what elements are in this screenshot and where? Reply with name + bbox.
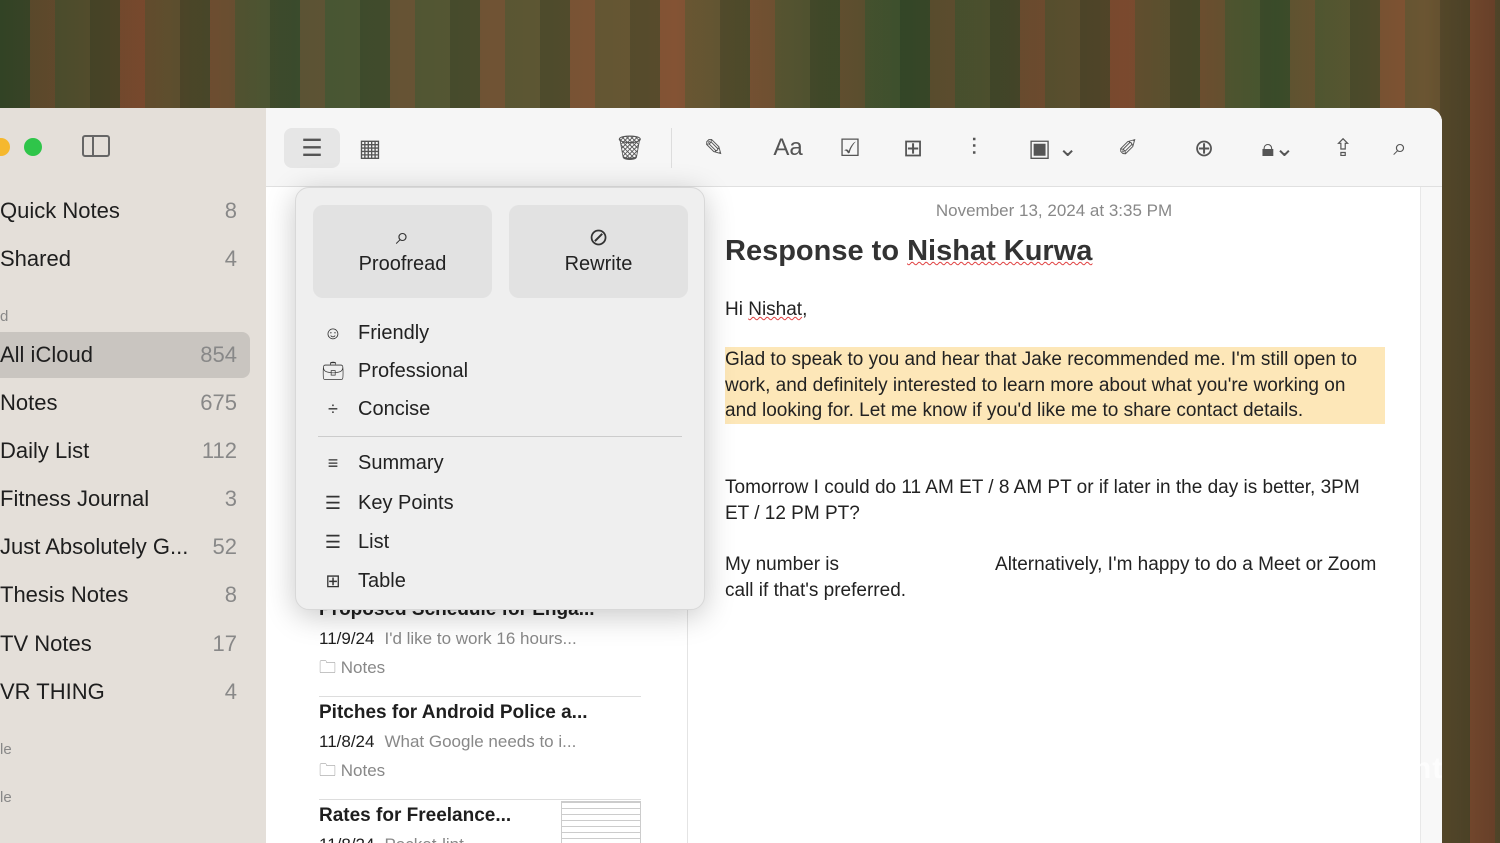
folder-icon: 🗀	[319, 761, 336, 780]
count: 4	[224, 679, 237, 704]
rewrite-icon: ⊘	[588, 224, 609, 251]
note-heading: Response to Nishat Kurwa	[725, 235, 1093, 267]
rewrite-button[interactable]: ⊘ Rewrite	[509, 205, 688, 298]
label: TV Notes	[0, 631, 92, 656]
note-date: 11/8/24	[319, 732, 375, 751]
menu-item-table[interactable]: ⊞ Table	[320, 570, 405, 593]
smiley-icon: ☺	[323, 323, 343, 343]
label: Thesis Notes	[0, 582, 129, 607]
sidebar-item-quick-notes[interactable]: Quick Notes 8	[0, 188, 250, 234]
compose-icon[interactable]: ✎	[692, 128, 736, 168]
summary-icon: ≡	[327, 453, 339, 473]
label: All iCloud	[0, 342, 93, 367]
section-header: le	[0, 789, 12, 806]
count: 112	[201, 438, 237, 463]
count: 3	[224, 486, 237, 511]
menu-item-key-points[interactable]: ☰ Key Points	[320, 492, 454, 515]
note-preview: Pocket-lint	[384, 835, 463, 843]
menu-item-list[interactable]: ☰ List	[320, 531, 389, 554]
table-icon: ⊞	[325, 571, 341, 591]
sidebar-toggle-icon[interactable]	[82, 135, 110, 157]
sidebar: Quick Notes 8 Shared 4 d All iCloud 854 Not…	[0, 108, 266, 843]
note-date: 11/8/24	[319, 835, 374, 843]
sidebar-item-just-absolutely[interactable]: Just Absolutely G... 52	[0, 524, 250, 570]
label: Quick Notes	[0, 198, 120, 223]
label: VR THING	[0, 679, 105, 704]
divider	[318, 436, 682, 437]
section-header: le	[0, 741, 12, 758]
menu-item-concise[interactable]: ÷ Concise	[320, 398, 430, 421]
note-preview: What Google needs to i...	[384, 732, 577, 751]
table-icon[interactable]: ⊞	[891, 128, 935, 168]
trash-icon[interactable]: 🗑	[608, 128, 652, 168]
menu-item-professional[interactable]: 💼︎ Professional	[320, 360, 469, 383]
scrollbar[interactable]	[1420, 187, 1442, 843]
paragraph: My number is Alternatively, I'm happy to …	[725, 554, 1377, 601]
bullets-icon: ☰	[324, 493, 342, 513]
magnifier-icon: ⌕	[395, 223, 410, 250]
sidebar-item-vr-thing[interactable]: VR THING 4	[0, 669, 250, 715]
sidebar-item-shared[interactable]: Shared 4	[0, 236, 250, 282]
note-folder: Notes	[340, 658, 386, 677]
list-item[interactable]: Proposed Schedule for Enga... 11/9/24I'd…	[319, 599, 641, 697]
search-icon[interactable]: ⌕	[1378, 128, 1422, 168]
sidebar-item-notes[interactable]: Notes 675	[0, 380, 250, 426]
note-preview: I'd like to work 16 hours...	[384, 629, 577, 648]
note-title: Pitches for Android Police a...	[319, 702, 588, 723]
count: 17	[212, 631, 237, 656]
checklist-icon[interactable]: ☑	[828, 128, 872, 168]
media-icon[interactable]: ▣ ⌄	[1018, 128, 1088, 168]
count: 675	[200, 390, 237, 415]
count: 52	[212, 534, 237, 559]
sidebar-item-tv-notes[interactable]: TV Notes 17	[0, 621, 250, 667]
note-timestamp: November 13, 2024 at 3:35 PM	[935, 201, 1173, 220]
list-view-icon[interactable]: ☰	[284, 128, 340, 168]
sidebar-item-all-icloud[interactable]: All iCloud 854	[0, 332, 250, 378]
menu-item-summary[interactable]: ≡ Summary	[320, 452, 444, 475]
paragraph: Tomorrow I could do 11 AM ET / 8 AM PT o…	[725, 477, 1360, 524]
count: 4	[224, 246, 237, 271]
list-item[interactable]: Pitches for Android Police a... 11/8/24 W…	[319, 702, 641, 800]
list-item[interactable]: Rates for Freelance... 11/8/24Pocket-lin…	[319, 801, 641, 843]
count: 8	[224, 582, 237, 607]
selected-paragraph: Glad to speak to you and hear that Jake …	[725, 347, 1385, 425]
note-folder: Notes	[340, 761, 386, 780]
audio-icon[interactable]: ⫶	[952, 128, 996, 168]
sidebar-item-daily-list[interactable]: Daily List 112	[0, 428, 250, 474]
share-icon[interactable]: ⇪	[1321, 128, 1365, 168]
minimize-button[interactable]	[0, 138, 10, 156]
label: Shared	[0, 246, 71, 271]
label: Fitness Journal	[0, 486, 150, 511]
format-text-button[interactable]: Aa	[766, 128, 810, 168]
writing-tools-icon[interactable]: ✐	[1106, 128, 1150, 168]
collaborate-icon[interactable]: ⊕	[1182, 128, 1226, 168]
writing-tools-popover: ⌕ Proofread ⊘ Rewrite ☺ Friendly 💼︎ Professi…	[295, 187, 705, 610]
pocketlint-watermark: Pocketlint	[1290, 752, 1444, 785]
count: 854	[200, 342, 237, 367]
menu-item-friendly[interactable]: ☺ Friendly	[320, 322, 429, 345]
sidebar-item-fitness-journal[interactable]: Fitness Journal 3	[0, 476, 250, 522]
gallery-view-icon[interactable]: ▦	[348, 128, 392, 168]
label: Notes	[0, 390, 58, 415]
section-header: d	[0, 308, 9, 325]
zoom-button[interactable]	[24, 138, 42, 156]
notes-window: Quick Notes 8 Shared 4 d All iCloud 854 Not…	[0, 108, 1442, 843]
briefcase-icon: 💼︎	[321, 361, 345, 381]
folder-icon: 🗀	[319, 658, 336, 677]
proofread-button[interactable]: ⌕ Proofread	[313, 205, 492, 298]
note-thumbnail	[561, 801, 641, 843]
note-editor[interactable]: November 13, 2024 at 3:35 PM Response to…	[688, 187, 1420, 843]
label: Just Absolutely G...	[0, 534, 189, 559]
toolbar: ☰ ▦ 🗑 ✎ Aa ☑ ⊞ ⫶ ▣ ⌄ ✐ ⊕ 🔒︎⌄ ⇪ ⌕	[266, 108, 1442, 187]
count: 8	[224, 198, 237, 223]
note-date: 11/9/24	[319, 629, 375, 648]
lock-icon[interactable]: 🔒︎⌄	[1248, 128, 1308, 168]
concise-icon: ÷	[328, 399, 338, 419]
sidebar-item-thesis-notes[interactable]: Thesis Notes 8	[0, 572, 250, 618]
greeting: Hi Nishat,	[725, 299, 808, 320]
numbered-list-icon: ☰	[324, 532, 342, 552]
label: Daily List	[0, 438, 90, 463]
